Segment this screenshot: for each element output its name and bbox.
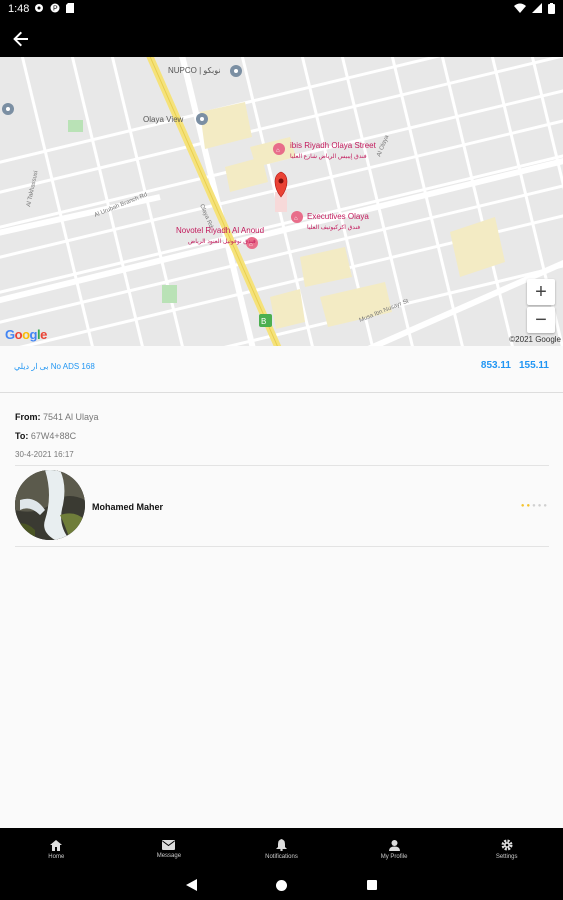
- nav-notifications[interactable]: Notifications: [225, 828, 338, 871]
- gear-icon: [501, 839, 513, 851]
- trip-details: From: 7541 Al Ulaya To: 67W4+88C 30-4-20…: [15, 412, 99, 459]
- system-recents-icon[interactable]: [367, 880, 377, 890]
- nav-message[interactable]: Message: [113, 828, 226, 871]
- divider: [15, 546, 549, 547]
- message-icon: [162, 840, 176, 850]
- star-empty-icon: ●: [537, 503, 542, 509]
- person-icon: [388, 839, 400, 851]
- driver-name: Mohamed Maher: [92, 502, 164, 512]
- nav-notifications-label: Notifications: [265, 854, 298, 860]
- app-bar: [0, 20, 563, 57]
- to-label: To:: [15, 431, 29, 441]
- svg-text:NUPCO | نوبكو: NUPCO | نوبكو: [168, 66, 221, 75]
- wifi-icon: [514, 3, 526, 13]
- avatar-image: [15, 470, 85, 540]
- trip-date: 30-4-2021 16:17: [15, 450, 74, 459]
- status-time: 1:48: [8, 3, 30, 15]
- trip-from: From: 7541 Al Ulaya: [15, 412, 99, 431]
- nav-home[interactable]: Home: [0, 828, 113, 871]
- arrow-back-icon: [13, 31, 28, 47]
- driver-card[interactable]: Mohamed Maher ● ● ● ● ●: [15, 470, 549, 542]
- system-navigation-bar: [0, 871, 563, 900]
- zoom-out-button[interactable]: −: [527, 307, 555, 333]
- svg-text:⌂: ⌂: [276, 148, 280, 154]
- map-canvas: Olaya Rd Al Takhassusi Musa Ibn Nusayr S…: [0, 57, 563, 346]
- svg-text:فندق اكزكيوتيف العليا: فندق اكزكيوتيف العليا: [307, 224, 360, 231]
- avatar: [15, 470, 85, 540]
- back-button[interactable]: [10, 28, 32, 50]
- from-label: From:: [15, 412, 41, 422]
- map-copyright: ©2021 Google: [509, 335, 561, 344]
- star-empty-icon: ●: [532, 503, 536, 509]
- svg-text:B: B: [261, 317, 266, 326]
- star-filled-icon: ●: [520, 503, 525, 509]
- poi-olaya-view[interactable]: Olaya View: [143, 113, 208, 125]
- vehicle-plate: بى ار ديلي No ADS 168: [14, 362, 95, 371]
- nav-home-label: Home: [48, 853, 65, 860]
- bell-icon: [275, 839, 287, 851]
- bottom-navigation: Home Message Notifications My Profile Se…: [0, 828, 563, 871]
- nav-settings-label: Settings: [495, 854, 518, 860]
- divider: [15, 465, 549, 466]
- transit-icon[interactable]: B: [259, 314, 272, 327]
- nav-message-label: Message: [156, 853, 182, 859]
- system-home-icon[interactable]: [276, 880, 287, 891]
- google-logo: Google: [5, 327, 47, 342]
- status-notification-icons: P: [34, 3, 74, 13]
- battery-icon: [548, 3, 555, 14]
- svg-text:P: P: [53, 6, 58, 13]
- svg-text:⌂: ⌂: [294, 216, 298, 222]
- svg-text:Olaya View: Olaya View: [143, 115, 184, 124]
- home-icon: [50, 839, 63, 851]
- poi-generic[interactable]: [2, 103, 14, 115]
- price-row: بى ار ديلي No ADS 168 853.11 155.11: [0, 346, 563, 393]
- star-empty-icon: ●: [543, 503, 547, 509]
- price-2: 155.11: [518, 360, 549, 371]
- zoom-in-button[interactable]: +: [527, 279, 555, 305]
- svg-text:Novotel Riyadh Al Anoud: Novotel Riyadh Al Anoud: [176, 226, 264, 235]
- system-back-icon[interactable]: [186, 879, 197, 891]
- trip-to: To: 67W4+88C: [15, 431, 99, 450]
- prices: 853.11 155.11: [481, 360, 549, 371]
- svg-text:ibis Riyadh Olaya Street: ibis Riyadh Olaya Street: [290, 141, 377, 150]
- notification-app-icon: P: [50, 3, 60, 13]
- star-filled-icon: ●: [526, 503, 531, 509]
- sd-card-icon: [66, 3, 74, 13]
- svg-text:فندق نوفوتيل العنود الرياض: فندق نوفوتيل العنود الرياض: [188, 238, 256, 245]
- nav-settings[interactable]: Settings: [450, 828, 563, 871]
- rating-stars: ● ● ● ● ●: [521, 502, 547, 510]
- svg-text:فندق إيبيس الرياض شارع العليا: فندق إيبيس الرياض شارع العليا: [290, 153, 367, 160]
- map-view[interactable]: Olaya Rd Al Takhassusi Musa Ibn Nusayr S…: [0, 57, 563, 346]
- status-system-icons: [514, 3, 555, 14]
- nav-my-profile[interactable]: My Profile: [338, 828, 451, 871]
- status-bar: 1:48 P: [0, 0, 563, 20]
- to-value: 67W4+88C: [30, 431, 77, 441]
- signal-icon: [532, 3, 542, 13]
- from-value: 7541 Al Ulaya: [43, 412, 99, 422]
- svg-text:Executives Olaya: Executives Olaya: [307, 212, 369, 221]
- price-1: 853.11: [480, 360, 511, 371]
- nav-my-profile-label: My Profile: [380, 853, 408, 860]
- gear-icon: [35, 4, 43, 12]
